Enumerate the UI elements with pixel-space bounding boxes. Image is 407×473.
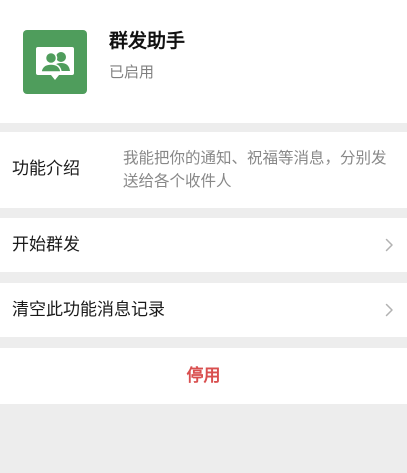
chevron-right-icon [385,303,393,317]
start-broadcast-row[interactable]: 开始群发 [0,218,407,272]
feature-intro-section: 功能介绍 我能把你的通知、祝福等消息，分别发送给各个收件人 [0,132,407,208]
chevron-right-icon [385,238,393,252]
group-chat-icon [23,30,87,94]
feature-intro-label: 功能介绍 [12,159,80,179]
clear-history-row[interactable]: 清空此功能消息记录 [0,283,407,337]
app-name: 群发助手 [109,30,186,52]
start-broadcast-label: 开始群发 [12,235,80,255]
app-status: 已启用 [109,63,155,81]
feature-intro-text: 我能把你的通知、祝福等消息，分别发送给各个收件人 [123,149,387,190]
clear-history-label: 清空此功能消息记录 [12,300,165,320]
disable-button[interactable]: 停用 [0,348,407,404]
disable-label: 停用 [186,366,221,386]
app-header: 群发助手 已启用 [0,0,407,123]
